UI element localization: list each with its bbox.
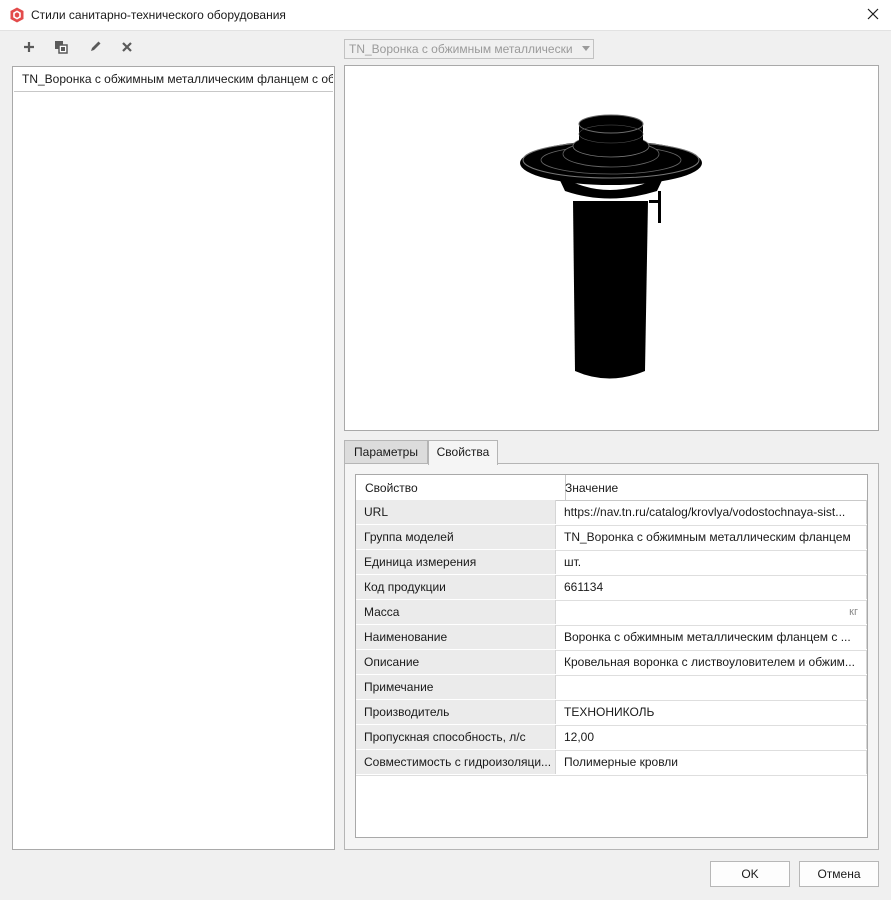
- property-value-cell[interactable]: ТЕХНОНИКОЛЬ: [556, 700, 867, 724]
- table-row[interactable]: URL https://nav.tn.ru/catalog/krovlya/vod…: [356, 500, 867, 526]
- table-row[interactable]: Производитель ТЕХНОНИКОЛЬ: [356, 700, 867, 726]
- table-row[interactable]: Примечание: [356, 675, 867, 701]
- x-icon: [121, 41, 133, 56]
- property-name-cell: Группа моделей: [356, 525, 556, 549]
- table-row[interactable]: Код продукции 661134: [356, 575, 867, 601]
- property-value-text: 661134: [564, 580, 604, 594]
- property-value-cell[interactable]: Кровельная воронка с листвоуловителем и …: [556, 650, 867, 674]
- shield-hexagon-icon: [9, 7, 25, 23]
- plus-icon: [23, 41, 35, 56]
- property-name-cell: Описание: [356, 650, 556, 674]
- property-name-cell: Наименование: [356, 625, 556, 649]
- edit-style-button[interactable]: [83, 37, 107, 59]
- grid-header: Свойство Значение: [356, 475, 867, 501]
- property-value-text: шт.: [564, 555, 582, 569]
- list-item[interactable]: TN_Воронка с обжимным металлическим флан…: [14, 68, 333, 92]
- property-value-cell[interactable]: [556, 675, 867, 699]
- property-name-cell: Производитель: [356, 700, 556, 724]
- property-value-text: Воронка с обжимным металлическим фланцем…: [564, 630, 851, 644]
- ok-button[interactable]: OK: [710, 861, 790, 887]
- property-value-text: Полимерные кровли: [564, 755, 678, 769]
- table-row[interactable]: Наименование Воронка с обжимным металличе…: [356, 625, 867, 651]
- column-header-value[interactable]: Значение: [556, 475, 876, 500]
- table-row[interactable]: Масса кг: [356, 600, 867, 626]
- property-value-cell[interactable]: 661134: [556, 575, 867, 599]
- unit-label: кг: [849, 606, 858, 618]
- property-value-cell[interactable]: Воронка с обжимным металлическим фланцем…: [556, 625, 867, 649]
- delete-style-button[interactable]: [115, 37, 139, 59]
- property-value-text: 12,00: [564, 730, 595, 744]
- property-name-cell: Совместимость с гидроизоляци...: [356, 750, 556, 774]
- column-header-property[interactable]: Свойство: [356, 475, 566, 500]
- copy-icon: [54, 40, 68, 57]
- pencil-icon: [89, 40, 102, 56]
- style-select[interactable]: TN_Воронка с обжимным металлически: [344, 39, 594, 59]
- table-row[interactable]: Описание Кровельная воронка с листвоулови…: [356, 650, 867, 676]
- property-name-cell: URL: [356, 500, 556, 524]
- table-row[interactable]: Совместимость с гидроизоляци... Полимерны…: [356, 750, 867, 776]
- copy-style-button[interactable]: [49, 37, 73, 59]
- property-value-cell[interactable]: TN_Воронка с обжимным металлическим флан…: [556, 525, 867, 549]
- model-preview[interactable]: [344, 65, 879, 431]
- close-icon: [867, 8, 879, 23]
- tab-parameters[interactable]: Параметры: [344, 440, 428, 464]
- styles-list[interactable]: TN_Воронка с обжимным металлическим флан…: [12, 66, 335, 850]
- property-value-cell[interactable]: 12,00: [556, 725, 867, 749]
- property-value-cell[interactable]: Полимерные кровли: [556, 750, 867, 774]
- property-name-cell: Код продукции: [356, 575, 556, 599]
- property-name-cell: Пропускная способность, л/с: [356, 725, 556, 749]
- table-row[interactable]: Пропускная способность, л/с 12,00: [356, 725, 867, 751]
- property-value-cell[interactable]: кг: [556, 600, 867, 624]
- properties-grid[interactable]: Свойство Значение URL https://nav.tn.ru/c…: [355, 474, 868, 838]
- property-value-text: TN_Воронка с обжимным металлическим флан…: [564, 530, 851, 544]
- property-value-cell[interactable]: шт.: [556, 550, 867, 574]
- property-value-text: https://nav.tn.ru/catalog/krovlya/vodost…: [564, 505, 846, 519]
- property-value-text: ТЕХНОНИКОЛЬ: [564, 705, 655, 719]
- cancel-button[interactable]: Отмена: [799, 861, 879, 887]
- property-name-cell: Примечание: [356, 675, 556, 699]
- window-title: Стили санитарно-технического оборудовани…: [31, 8, 286, 22]
- chevron-down-icon: [582, 46, 590, 51]
- close-button[interactable]: [855, 0, 891, 31]
- property-value-cell[interactable]: https://nav.tn.ru/catalog/krovlya/vodost…: [556, 500, 867, 524]
- property-name-cell: Масса: [356, 600, 556, 624]
- table-row[interactable]: Единица измерения шт.: [356, 550, 867, 576]
- table-row[interactable]: Группа моделей TN_Воронка с обжимным мета…: [356, 525, 867, 551]
- tab-properties[interactable]: Свойства: [428, 440, 498, 465]
- roof-funnel-image: [520, 114, 702, 379]
- property-name-cell: Единица измерения: [356, 550, 556, 574]
- property-value-text: Кровельная воронка с листвоуловителем и …: [564, 655, 855, 669]
- style-select-value: TN_Воронка с обжимным металлически: [349, 42, 573, 56]
- add-style-button[interactable]: [17, 37, 41, 59]
